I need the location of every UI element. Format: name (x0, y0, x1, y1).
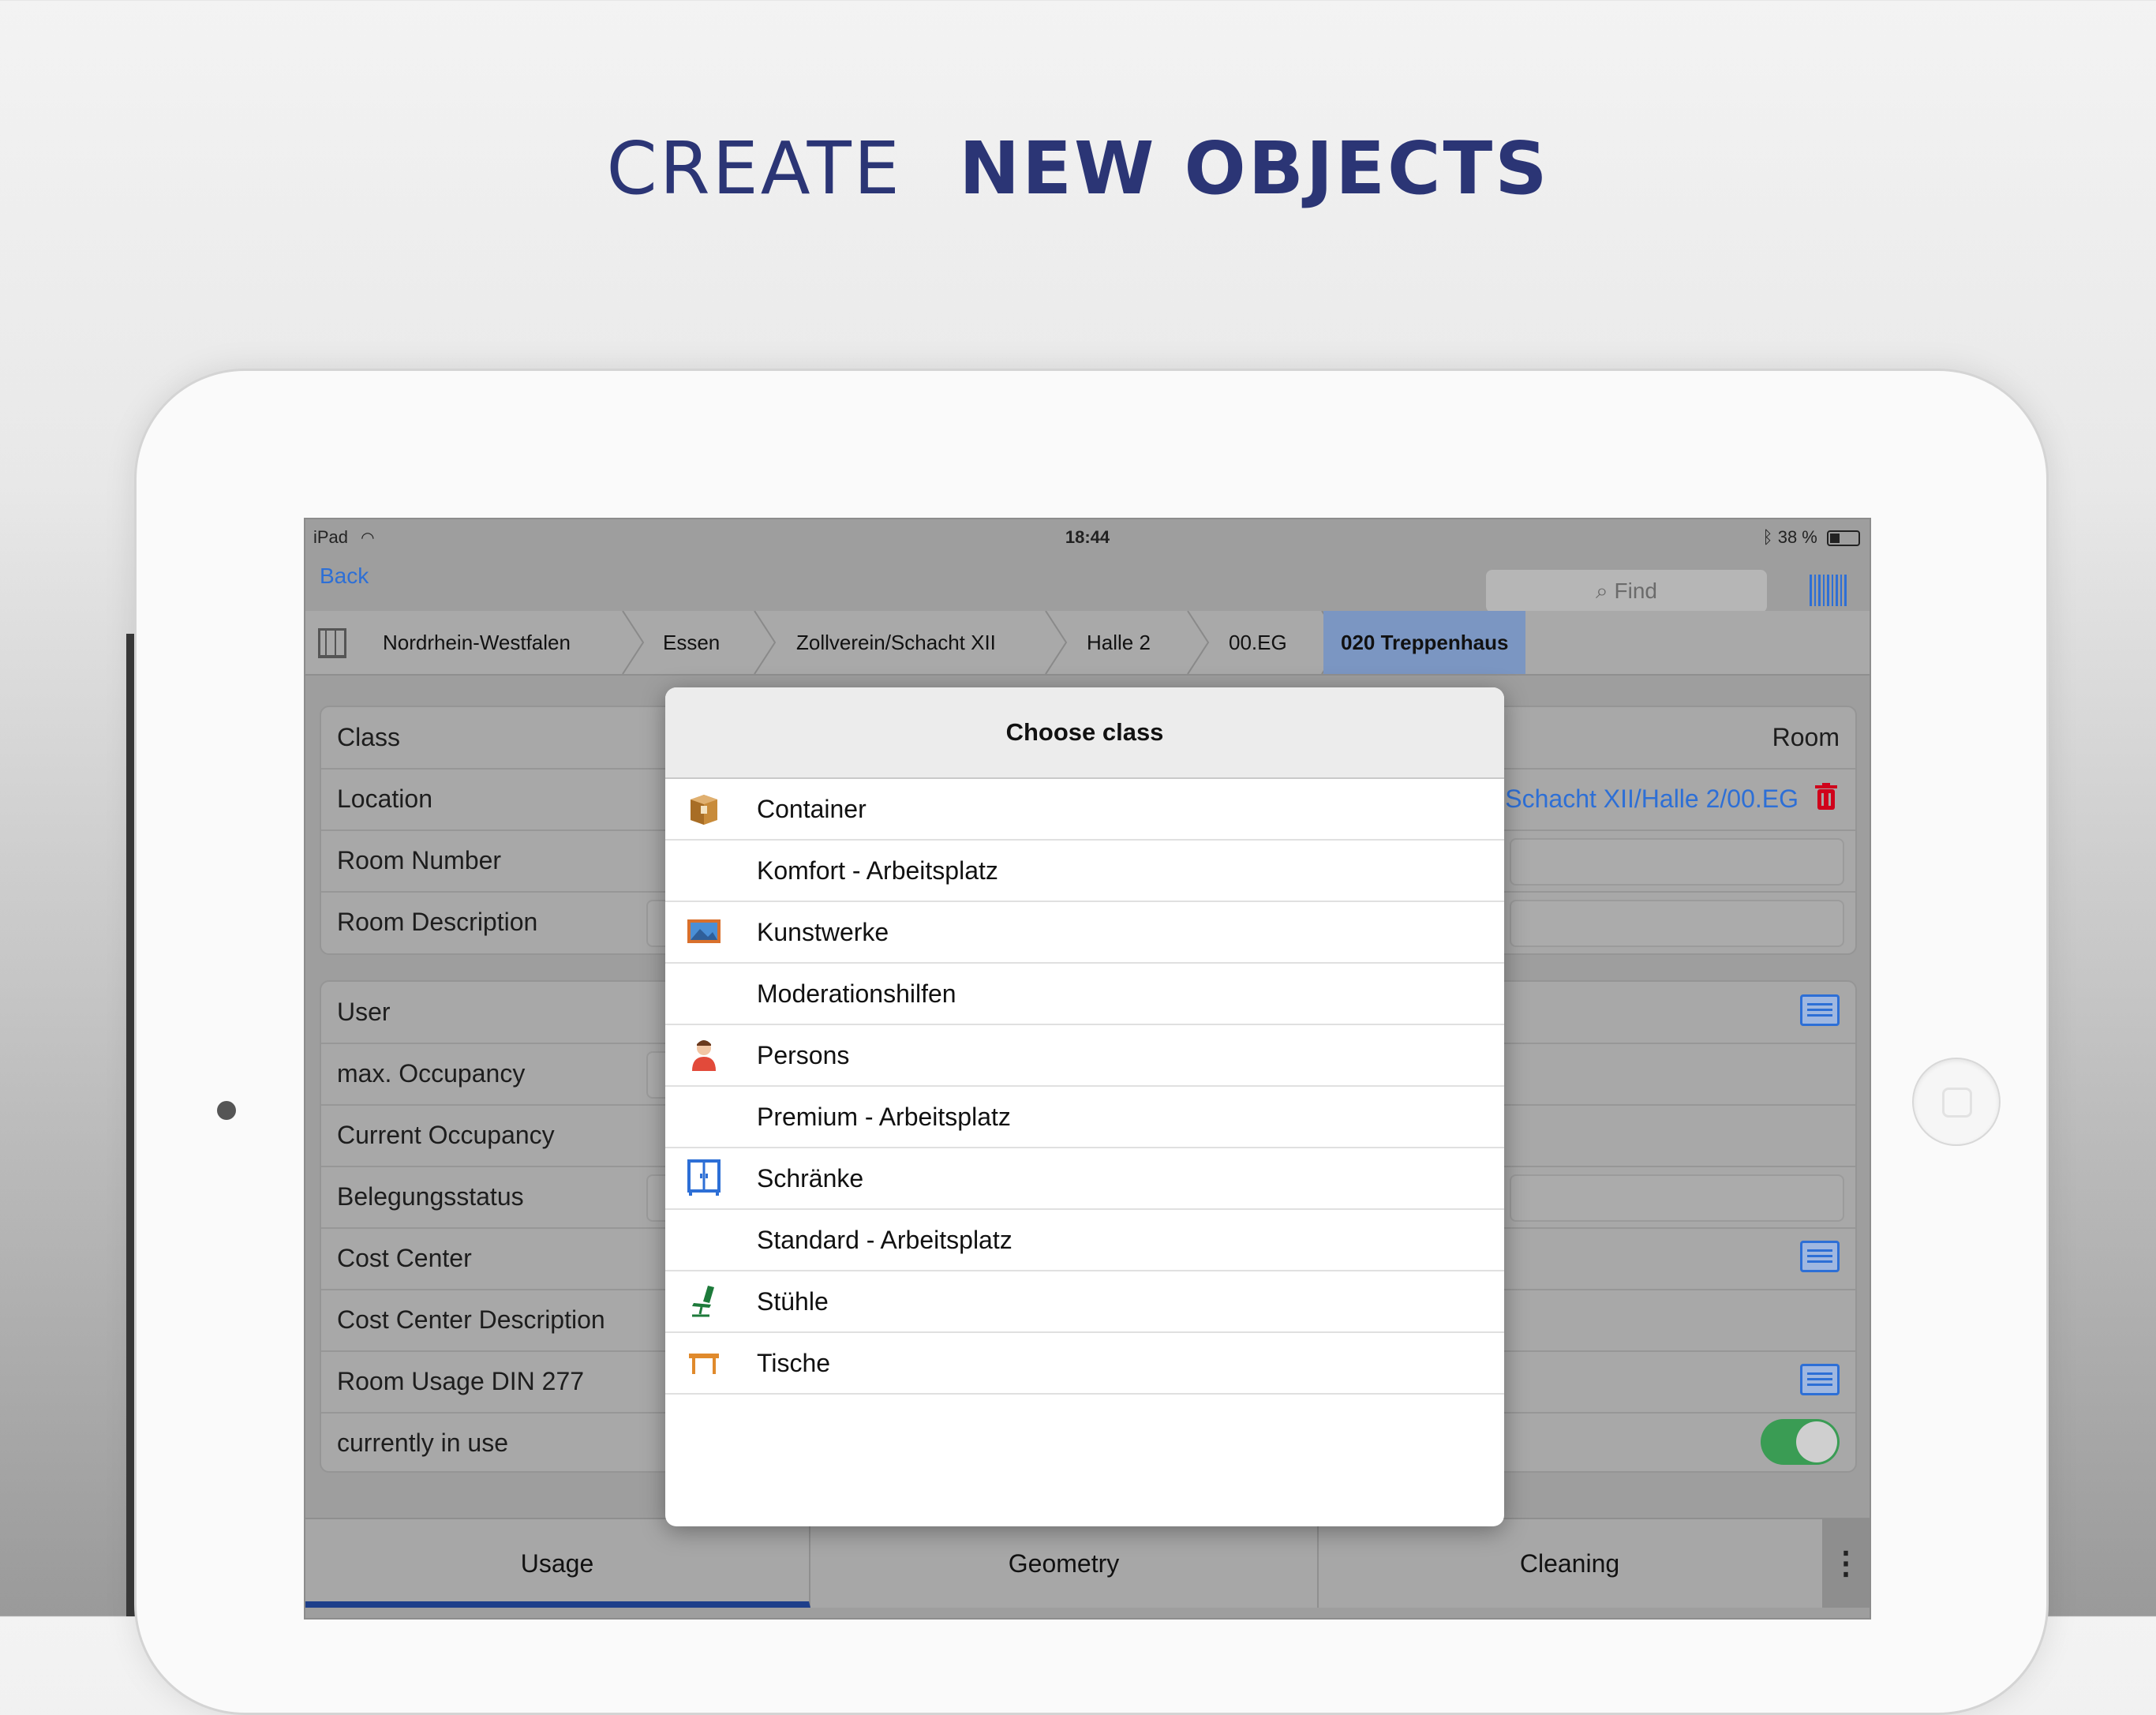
battery-percent: 38 % (1777, 527, 1817, 547)
tab-cleaning[interactable]: Cleaning (1317, 1519, 1822, 1608)
breadcrumb-item[interactable]: Essen (663, 611, 720, 674)
tab-geometry[interactable]: Geometry (810, 1519, 1319, 1608)
belegungsstatus-label: Belegungsstatus (337, 1182, 524, 1211)
breadcrumb-item[interactable]: Halle 2 (1087, 611, 1151, 674)
room-number-label: Room Number (337, 846, 502, 874)
class-option[interactable]: Komfort - Arbeitsplatz (665, 841, 1504, 902)
breadcrumb-separator (751, 610, 778, 675)
current-occupancy-label: Current Occupancy (337, 1121, 555, 1149)
class-option[interactable]: Moderationshilfen (665, 964, 1504, 1025)
location-label: Location (337, 784, 432, 813)
class-option[interactable]: Container (665, 779, 1504, 841)
status-time: 18:44 (1065, 527, 1110, 547)
choose-class-dialog: Choose class Container Komfort - Arbeits… (665, 687, 1504, 1526)
class-option-label: Stühle (757, 1287, 829, 1316)
room-description-field[interactable] (1510, 900, 1844, 947)
chair-icon (692, 1286, 714, 1317)
building-icon[interactable] (318, 628, 346, 658)
class-label: Class (337, 723, 401, 751)
breadcrumb-separator (619, 610, 646, 675)
class-option-label: Premium - Arbeitsplatz (757, 1103, 1011, 1131)
box-icon (691, 795, 717, 825)
in-use-toggle[interactable] (1761, 1419, 1840, 1465)
search-placeholder: Find (1614, 579, 1657, 603)
status-right: ᛒ 38 % (1762, 527, 1860, 548)
camera-icon (217, 1101, 236, 1120)
table-icon (689, 1354, 719, 1374)
list-icon[interactable] (1800, 994, 1840, 1026)
class-option[interactable]: Stühle (665, 1271, 1504, 1333)
class-option[interactable]: Premium - Arbeitsplatz (665, 1087, 1504, 1148)
class-option-label: Schränke (757, 1164, 864, 1193)
class-option-label: Persons (757, 1041, 850, 1069)
class-option[interactable]: Tische (665, 1333, 1504, 1395)
tab-usage[interactable]: Usage (305, 1519, 810, 1608)
class-option[interactable]: Persons (665, 1025, 1504, 1087)
list-icon[interactable] (1800, 1241, 1840, 1272)
currently-in-use-label: currently in use (337, 1429, 508, 1457)
more-icon[interactable]: ⋮ (1822, 1519, 1870, 1608)
person-icon (692, 1040, 716, 1071)
home-button[interactable] (1912, 1058, 2001, 1146)
class-option[interactable]: Standard - Arbeitsplatz (665, 1210, 1504, 1271)
class-option-label: Komfort - Arbeitsplatz (757, 856, 998, 885)
class-option-label: Tische (757, 1349, 831, 1377)
home-square-icon (1942, 1088, 1972, 1118)
breadcrumb-item[interactable]: Zollverein/Schacht XII (796, 611, 996, 674)
cost-center-description-label: Cost Center Description (337, 1305, 605, 1334)
breadcrumb-active[interactable]: 020 Treppenhaus (1323, 611, 1526, 674)
bluetooth-icon: ᛒ (1762, 527, 1773, 547)
tab-bar: Usage Geometry Cleaning ⋮ (305, 1518, 1870, 1608)
search-input[interactable]: ⌕ Find (1486, 570, 1767, 612)
room-usage-label: Room Usage DIN 277 (337, 1367, 585, 1395)
headline: CREATE NEW OBJECTS (0, 126, 2156, 211)
nav-bar: Back ⌕ Find (305, 554, 1870, 612)
breadcrumb-separator (1185, 610, 1211, 675)
breadcrumb-item[interactable]: 00.EG (1229, 611, 1287, 674)
picture-icon (687, 919, 721, 943)
room-description-label: Room Description (337, 908, 538, 936)
max-occupancy-label: max. Occupancy (337, 1059, 526, 1088)
battery-icon (1827, 530, 1860, 547)
location-link[interactable]: Schacht XII/Halle 2/00.EG (1505, 784, 1799, 814)
user-label: User (337, 998, 391, 1026)
cabinet-icon (687, 1159, 721, 1196)
class-option-label: Kunstwerke (757, 918, 889, 946)
headline-bold: NEW OBJECTS (959, 126, 1550, 211)
barcode-icon[interactable] (1810, 575, 1849, 606)
status-bar: iPad ◠ 18:44 ᛒ 38 % (305, 519, 1870, 554)
class-option-label: Standard - Arbeitsplatz (757, 1226, 1012, 1254)
back-button[interactable]: Back (320, 564, 369, 589)
dialog-title: Choose class (665, 687, 1504, 779)
list-icon[interactable] (1800, 1364, 1840, 1395)
breadcrumb: Nordrhein-Westfalen Essen Zollverein/Sch… (305, 610, 1870, 676)
class-value: Room (1772, 723, 1840, 751)
class-option[interactable]: Kunstwerke (665, 902, 1504, 964)
room-number-field[interactable] (1510, 838, 1844, 886)
breadcrumb-item[interactable]: Nordrhein-Westfalen (383, 611, 571, 674)
class-option-label: Container (757, 795, 867, 823)
cost-center-label: Cost Center (337, 1244, 472, 1272)
headline-thin: CREATE (606, 126, 902, 211)
class-option[interactable]: Schränke (665, 1148, 1504, 1210)
belegungsstatus-field[interactable] (1510, 1174, 1844, 1222)
search-icon: ⌕ (1596, 579, 1608, 603)
class-option-label: Moderationshilfen (757, 979, 956, 1008)
trash-icon[interactable] (1814, 783, 1838, 811)
breadcrumb-separator (1042, 610, 1069, 675)
